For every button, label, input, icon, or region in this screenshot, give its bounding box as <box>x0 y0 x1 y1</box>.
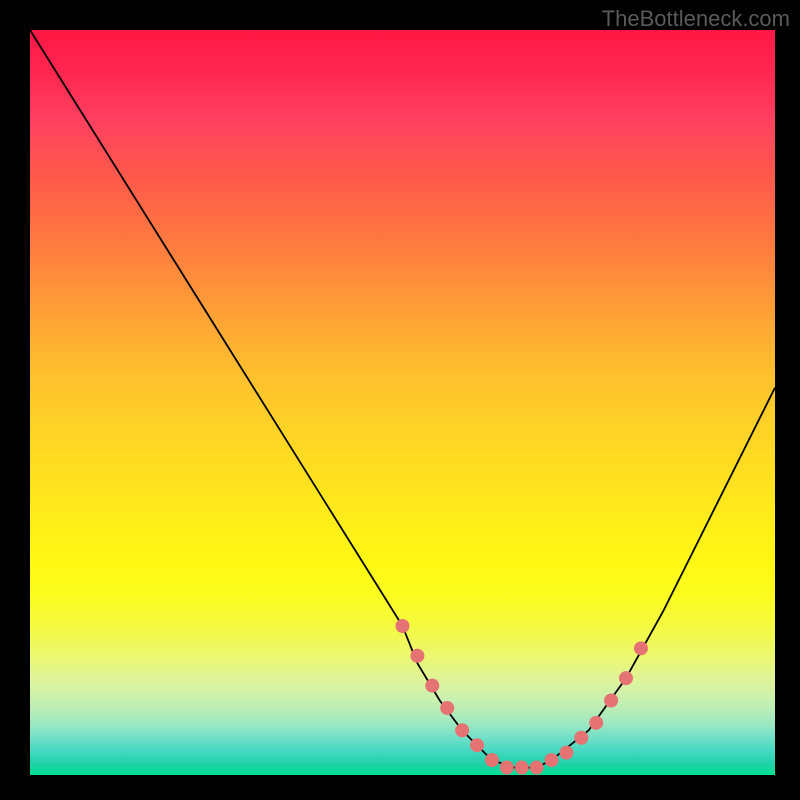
marker-point <box>455 723 469 737</box>
watermark-text: TheBottleneck.com <box>602 6 790 32</box>
bottleneck-curve <box>30 30 775 768</box>
marker-point <box>515 761 529 775</box>
marker-point <box>425 679 439 693</box>
highlight-markers <box>396 619 648 775</box>
marker-point <box>440 701 454 715</box>
marker-point <box>485 753 499 767</box>
marker-point <box>530 761 544 775</box>
marker-point <box>410 649 424 663</box>
marker-point <box>545 753 559 767</box>
marker-point <box>559 746 573 760</box>
marker-point <box>500 761 514 775</box>
marker-point <box>589 716 603 730</box>
marker-point <box>574 731 588 745</box>
marker-point <box>619 671 633 685</box>
chart-svg <box>30 30 775 775</box>
marker-point <box>396 619 410 633</box>
marker-point <box>634 641 648 655</box>
marker-point <box>604 694 618 708</box>
marker-point <box>470 738 484 752</box>
plot-area <box>30 30 775 775</box>
